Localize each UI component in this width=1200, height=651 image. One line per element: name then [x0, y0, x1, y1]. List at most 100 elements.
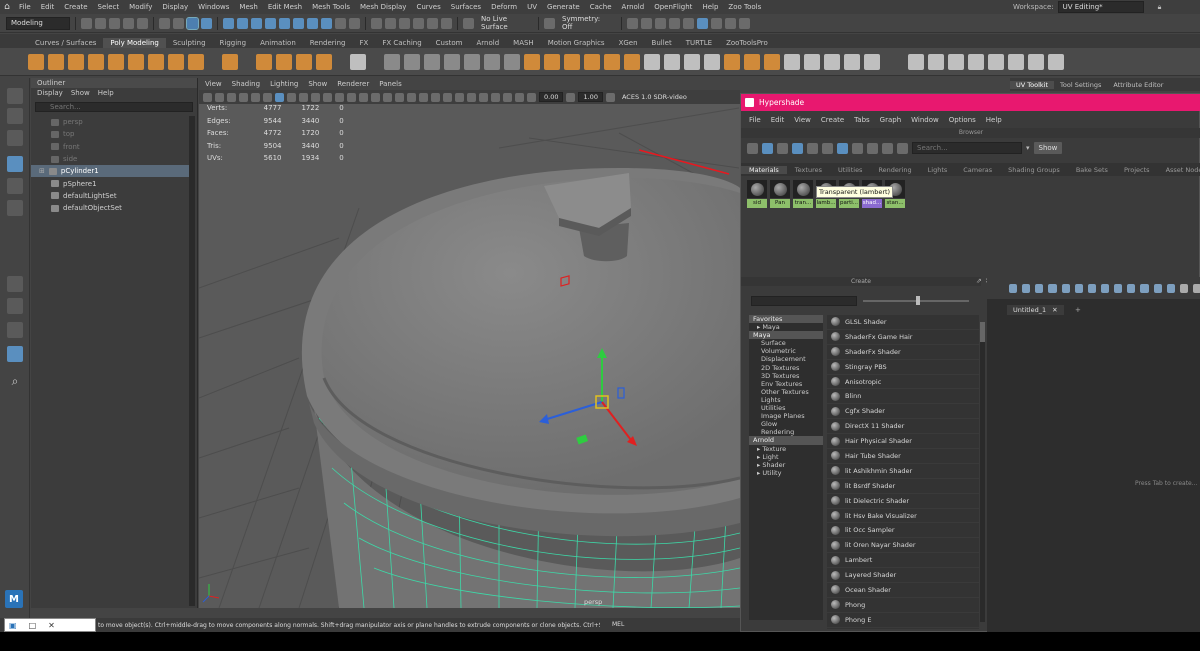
slide-edge-icon[interactable]	[784, 53, 800, 70]
right-panel-tab[interactable]: UV Toolkit	[1010, 80, 1055, 89]
relax-brush-icon[interactable]	[948, 53, 964, 70]
uv-editor-icon[interactable]	[350, 53, 366, 70]
output-connections-icon[interactable]	[1114, 283, 1123, 293]
menu-item-select[interactable]: Select	[93, 3, 125, 11]
hypershade-menu-item[interactable]: Help	[986, 116, 1002, 124]
pause-icon[interactable]	[725, 17, 736, 29]
quad-draw-icon[interactable]	[704, 53, 720, 70]
node-editor-panel[interactable]: Untitled_1 ✕ + Press Tab to create...	[987, 277, 1200, 632]
shelf-tab[interactable]: ZooToolsPro	[719, 38, 775, 48]
shader-item[interactable]: DirectX 11 Shader	[827, 419, 979, 435]
hypershade-menu-item[interactable]: Window	[911, 116, 939, 124]
shader-item[interactable]: Blinn	[827, 389, 979, 405]
tab-layout-icon[interactable]	[1192, 283, 1200, 293]
menu-item-openflight[interactable]: OpenFlight	[649, 3, 697, 11]
home-icon[interactable]: ⌂	[0, 0, 14, 14]
shader-item[interactable]: Phong E	[827, 613, 979, 628]
mode-dropdown[interactable]: Modeling	[6, 16, 70, 30]
color-management-icon[interactable]	[605, 92, 615, 102]
hypershade-menu-item[interactable]: Options	[949, 116, 976, 124]
bevel-icon[interactable]	[564, 53, 580, 70]
tree-item[interactable]: ▸ Maya	[749, 323, 823, 331]
outliner-item[interactable]: persp	[31, 116, 191, 128]
poly-platonic-icon[interactable]	[168, 53, 184, 70]
xray-joints-icon[interactable]	[503, 92, 512, 102]
shelf-tab[interactable]: Motion Graphics	[541, 38, 612, 48]
right-panel-tab[interactable]: Tool Settings	[1054, 81, 1107, 89]
tree-item[interactable]: Maya	[749, 331, 823, 340]
triangulate-icon[interactable]	[824, 53, 840, 70]
mel-toggle[interactable]: MEL	[612, 618, 624, 632]
close-icon[interactable]: ✕	[48, 621, 55, 630]
shelf-tab[interactable]: XGen	[612, 38, 645, 48]
render-view-icon[interactable]	[641, 17, 652, 29]
shader-item[interactable]: Layered Shader	[827, 568, 979, 584]
poly-cone-icon[interactable]	[88, 53, 104, 70]
rearrange-graph-icon[interactable]	[1061, 283, 1070, 293]
outliner-menu-item[interactable]: Display	[37, 88, 63, 99]
boolean-intersection-icon[interactable]	[484, 53, 500, 70]
shelf-tab[interactable]: Animation	[253, 38, 303, 48]
browser-tab[interactable]: Cameras	[955, 166, 1000, 174]
snap-curve-icon[interactable]	[385, 17, 396, 29]
wireframe-icon[interactable]	[359, 92, 368, 102]
shelf-tab[interactable]: FX	[353, 38, 376, 48]
menu-item-arnold[interactable]: Arnold	[617, 3, 650, 11]
refresh-icon[interactable]	[897, 142, 908, 154]
smooth-icon[interactable]	[424, 53, 440, 70]
2d-pan-icon[interactable]	[251, 92, 260, 102]
target-weld-icon[interactable]	[684, 53, 700, 70]
browser-tab[interactable]: Rendering	[870, 166, 919, 174]
viewport-menu-item[interactable]: View	[205, 78, 222, 90]
gamma-field[interactable]: 1.00	[578, 92, 603, 102]
graph-icon[interactable]	[747, 142, 758, 154]
snap-view-icon[interactable]	[413, 17, 424, 29]
clear-graph-icon[interactable]	[1022, 283, 1031, 293]
tree-item[interactable]: Favorites	[749, 315, 823, 324]
hypershade-icon[interactable]	[697, 17, 708, 29]
grid-toggle-icon[interactable]	[1153, 283, 1162, 293]
separate-icon[interactable]	[404, 53, 420, 70]
sort-type-icon[interactable]	[852, 142, 863, 154]
frame-selected-icon[interactable]	[1087, 283, 1096, 293]
tree-item[interactable]: ▸ Shader	[749, 461, 823, 469]
browser-tab[interactable]: Utilities	[830, 166, 870, 174]
safe-title-icon[interactable]	[347, 92, 356, 102]
shader-item[interactable]: lit Occ Sampler	[827, 523, 979, 539]
shelf-tab[interactable]: Arnold	[470, 38, 507, 48]
show-button[interactable]: Show	[1033, 142, 1063, 154]
poly-cube-icon[interactable]	[48, 53, 64, 70]
selection-mask-icon[interactable]	[307, 17, 318, 29]
mirror-icon[interactable]	[504, 53, 520, 70]
swatch-size-slider-handle[interactable]	[916, 296, 920, 305]
grab-brush-icon[interactable]	[968, 53, 984, 70]
sculpt-brush-icon[interactable]	[908, 53, 924, 70]
selection-mask-icon[interactable]	[293, 17, 304, 29]
lasso-tool-icon[interactable]	[7, 108, 23, 124]
grease-pencil-icon[interactable]	[263, 92, 272, 102]
shelf-tab[interactable]: MASH	[506, 38, 541, 48]
single-view-icon[interactable]	[7, 276, 23, 292]
sweep-mesh-icon[interactable]	[256, 53, 272, 70]
hypershade-titlebar[interactable]: Hypershade	[741, 94, 1200, 111]
quadrangulate-icon[interactable]	[844, 53, 860, 70]
hypershade-menu-item[interactable]: Tabs	[854, 116, 870, 124]
swatch-view-icon[interactable]	[792, 142, 803, 154]
safe-action-icon[interactable]	[335, 92, 344, 102]
menu-item-create[interactable]: Create	[59, 3, 92, 11]
select-component-icon[interactable]	[186, 16, 199, 30]
menu-item-surfaces[interactable]: Surfaces	[446, 3, 486, 11]
graph-tab[interactable]: Untitled_1 ✕	[1007, 305, 1064, 315]
xray-components-icon[interactable]	[515, 92, 524, 102]
viewport-menu-item[interactable]: Renderer	[337, 78, 369, 90]
hypershade-menu-item[interactable]: View	[794, 116, 811, 124]
shader-item[interactable]: ShaderFx Shader	[827, 345, 979, 360]
graph-materials-icon[interactable]	[1009, 283, 1018, 293]
list-layout-icon[interactable]	[1179, 283, 1188, 293]
shader-item[interactable]: Anisotropic	[827, 375, 979, 390]
shader-item[interactable]: GLSL Shader	[827, 315, 979, 330]
shader-item[interactable]: lit Hsv Bake Visualizer	[827, 509, 979, 524]
selection-mask-icon[interactable]	[321, 17, 332, 29]
poly-sphere-icon[interactable]	[28, 53, 44, 70]
spray-brush-icon[interactable]	[1048, 53, 1064, 70]
